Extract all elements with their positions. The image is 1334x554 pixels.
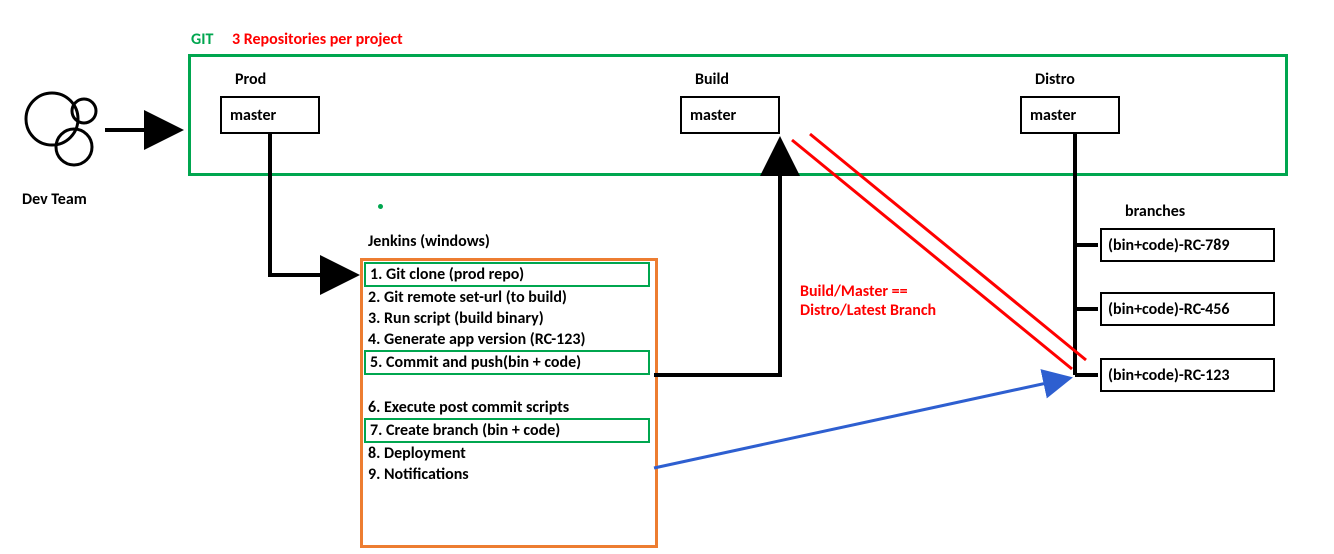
build-master-label: master: [690, 106, 736, 125]
equality-note: Build/Master == Distro/Latest Branch: [800, 282, 936, 320]
jenkins-title: Jenkins (windows): [368, 232, 490, 251]
jenkins-step-4: 4. Generate app version (RC-123): [364, 329, 654, 350]
branch-box-3: (bin+code)-RC-123: [1100, 358, 1275, 392]
jenkins-step-8: 8. Deployment: [364, 443, 654, 464]
git-label: GIT: [191, 30, 213, 49]
prod-master-label: master: [230, 106, 276, 125]
jenkins-step-2: 2. Git remote set-url (to build): [364, 287, 654, 308]
branch-box-1: (bin+code)-RC-789: [1100, 228, 1275, 262]
distro-master-box: master: [1020, 96, 1120, 134]
devteam-label: Dev Team: [22, 190, 87, 209]
jenkins-steps: 1. Git clone (prod repo) 2. Git remote s…: [364, 262, 654, 485]
jenkins-step-5: 5. Commit and push(bin + code): [364, 350, 650, 375]
jenkins-step-3: 3. Run script (build binary): [364, 308, 654, 329]
jenkins-step-6: 6. Execute post commit scripts: [364, 397, 654, 418]
build-title: Build: [695, 70, 729, 89]
branch-label-3: (bin+code)-RC-123: [1108, 366, 1230, 385]
branch-box-2: (bin+code)-RC-456: [1100, 292, 1275, 326]
build-master-box: master: [680, 96, 780, 134]
branch-label-1: (bin+code)-RC-789: [1108, 236, 1230, 255]
jenkins-step-1: 1. Git clone (prod repo): [364, 262, 650, 287]
prod-master-box: master: [220, 96, 320, 134]
prod-title: Prod: [235, 70, 266, 89]
repos-count-label: 3 Repositories per project: [232, 30, 403, 49]
jenkins-step-7: 7. Create branch (bin + code): [364, 418, 650, 443]
distro-master-label: master: [1030, 106, 1076, 125]
branch-label-2: (bin+code)-RC-456: [1108, 300, 1230, 319]
branches-title: branches: [1125, 202, 1185, 221]
equality-note-line2: Distro/Latest Branch: [800, 301, 936, 320]
dot-icon: [378, 204, 383, 209]
equality-note-line1: Build/Master ==: [800, 282, 936, 301]
jenkins-step-9: 9. Notifications: [364, 464, 654, 485]
distro-title: Distro: [1035, 70, 1075, 89]
